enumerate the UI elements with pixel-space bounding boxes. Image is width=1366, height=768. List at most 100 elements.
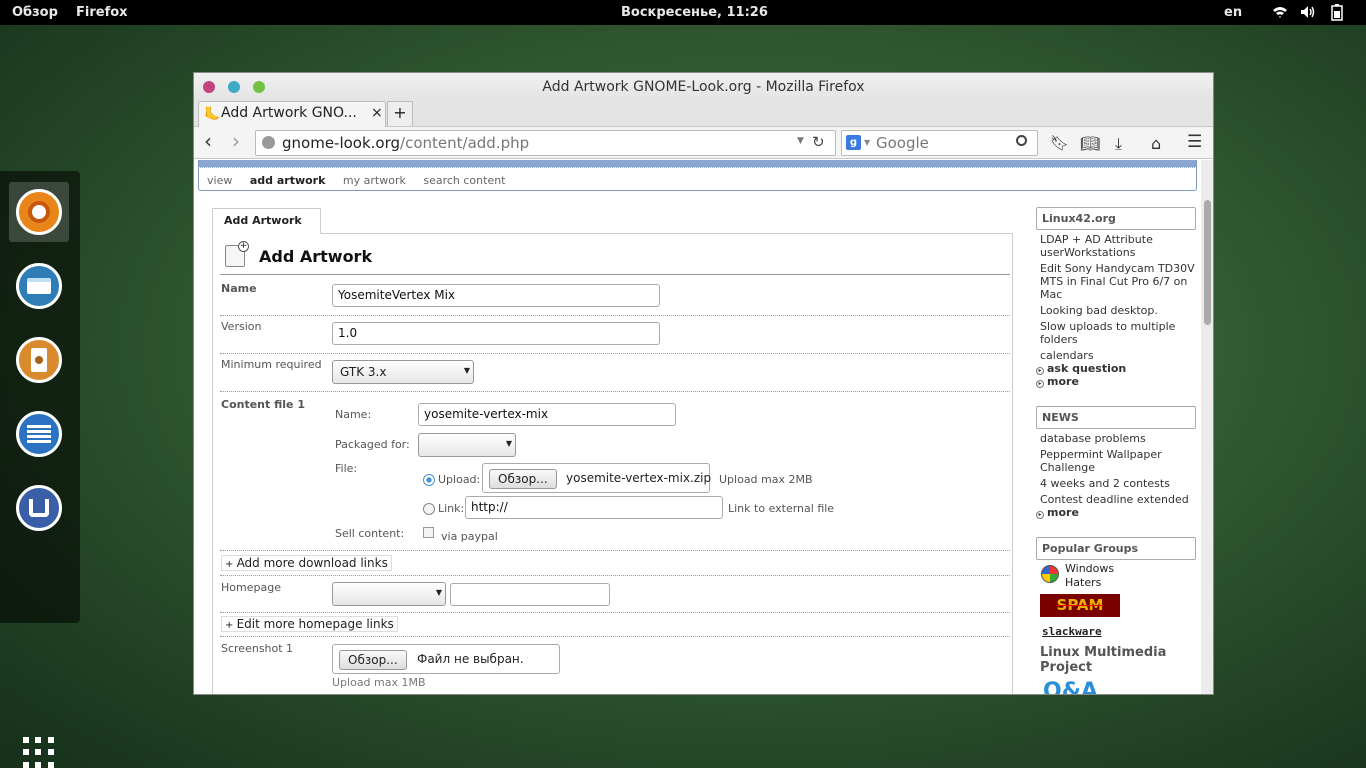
site-submenu: view add artwork my artwork search conte… — [207, 174, 520, 187]
screenshot-label: Screenshot 1 — [221, 642, 294, 655]
upload-radio[interactable] — [423, 474, 435, 486]
reading-list-icon[interactable]: 📖︎ — [1080, 134, 1100, 153]
add-download-links[interactable]: + Add more download links — [221, 555, 392, 571]
bookmark-icon[interactable]: 🔖︎ — [1050, 134, 1069, 152]
vertical-scrollbar[interactable] — [1201, 160, 1213, 694]
name-label: Name — [221, 282, 257, 295]
group-windows-haters[interactable]: Windows Haters — [1065, 562, 1125, 590]
add-artwork-icon: + — [225, 241, 249, 267]
music-player-icon — [16, 337, 62, 383]
edit-homepage-links-label: Edit more homepage links — [236, 617, 394, 631]
chevron-down-icon: ▼ — [505, 439, 512, 448]
dock-music[interactable] — [9, 330, 69, 390]
link-input[interactable]: http:// — [465, 496, 723, 519]
dock-reader[interactable] — [9, 404, 69, 464]
scrollbar-thumb[interactable] — [1204, 200, 1211, 325]
reload-icon[interactable]: ↻ — [812, 133, 825, 151]
submenu-add-artwork[interactable]: add artwork — [250, 174, 326, 187]
content-file-label: Content file 1 — [221, 398, 305, 411]
home-icon[interactable]: ⌂ — [1151, 134, 1161, 153]
group-spam[interactable]: SPAM — [1040, 594, 1120, 617]
submenu-my-artwork[interactable]: my artwork — [343, 174, 406, 187]
popular-groups-header[interactable]: Popular Groups — [1036, 537, 1196, 560]
news-item-1[interactable]: database problems — [1040, 432, 1198, 445]
file-chooser[interactable]: Обзор... yosemite-vertex-mix.zip — [482, 463, 711, 493]
page-title: Add Artwork — [259, 247, 373, 266]
packaged-for-select[interactable]: ▼ — [418, 433, 516, 457]
tab-close-icon[interactable]: × — [371, 105, 383, 121]
dropdown-arrow-icon[interactable]: ▼ — [797, 136, 804, 146]
group-slackware[interactable]: slackware — [1042, 625, 1102, 638]
link-radio[interactable] — [423, 503, 435, 515]
activities-button[interactable]: Обзор — [12, 5, 58, 20]
news-item-4[interactable]: Contest deadline extended — [1040, 493, 1198, 506]
homepage-input[interactable] — [450, 583, 610, 606]
gnome-foot-icon: 🦶 — [204, 107, 221, 122]
screenshot-browse-button[interactable]: Обзор... — [339, 650, 407, 670]
content-file-name-input[interactable]: yosemite-vertex-mix — [418, 403, 676, 426]
screenshot-file-chooser[interactable]: Обзор... Файл не выбран. — [332, 644, 560, 674]
submenu-view[interactable]: view — [207, 174, 232, 187]
browse-button[interactable]: Обзор... — [489, 469, 557, 489]
sell-checkbox[interactable] — [423, 527, 434, 538]
dock-software[interactable] — [9, 478, 69, 538]
forward-icon[interactable]: › — [232, 129, 240, 153]
search-bar[interactable]: g ▼ Google — [841, 130, 1038, 156]
name-input[interactable]: YosemiteVertex Mix — [332, 284, 660, 307]
linux42-item-1[interactable]: LDAP + AD Attribute userWorkstations — [1040, 233, 1198, 259]
document-viewer-icon — [16, 411, 62, 457]
top-bar: Обзор Firefox Воскресенье, 11:26 en — [0, 0, 1366, 25]
news-more-label: more — [1047, 506, 1079, 519]
url-path: /content/add.php — [400, 134, 530, 152]
site-menu-strip[interactable] — [199, 160, 1196, 168]
version-label: Version — [221, 320, 262, 333]
arrow-icon: ▸ — [1036, 511, 1044, 519]
ask-question-label: ask question — [1047, 362, 1127, 375]
news-more-link[interactable]: ▸ more — [1036, 506, 1079, 519]
wifi-icon[interactable] — [1272, 5, 1288, 19]
sell-content-label: Sell content: — [335, 527, 405, 540]
download-icon[interactable]: ⤓ — [1115, 134, 1122, 154]
windows-logo-icon — [1041, 565, 1059, 583]
search-input[interactable]: Google — [876, 134, 929, 152]
battery-icon[interactable] — [1331, 4, 1343, 21]
dock-files[interactable] — [9, 256, 69, 316]
search-icon[interactable] — [1016, 135, 1027, 146]
linux42-more-link[interactable]: ▸ more — [1036, 375, 1079, 388]
version-input[interactable]: 1.0 — [332, 322, 660, 345]
keyboard-layout[interactable]: en — [1224, 5, 1242, 20]
group-linux-multimedia[interactable]: Linux Multimedia Project — [1040, 645, 1180, 675]
chevron-down-icon: ▼ — [463, 366, 470, 375]
group-qa[interactable]: Q&A — [1043, 679, 1098, 694]
arrow-icon: ▸ — [1036, 380, 1044, 388]
edit-homepage-links[interactable]: + Edit more homepage links — [221, 616, 398, 632]
submenu-search-content[interactable]: search content — [423, 174, 505, 187]
software-center-icon — [16, 485, 62, 531]
app-menu[interactable]: Firefox — [76, 5, 128, 20]
linux42-item-3[interactable]: Looking bad desktop. — [1040, 304, 1198, 317]
linux42-item-2[interactable]: Edit Sony Handycam TD30V MTS in Final Cu… — [1040, 262, 1198, 301]
homepage-select[interactable]: ▼ — [332, 582, 446, 606]
volume-icon[interactable] — [1300, 5, 1316, 19]
news-item-3[interactable]: 4 weeks and 2 contests — [1040, 477, 1198, 490]
google-search-engine-icon[interactable]: g — [846, 135, 861, 150]
dock-firefox[interactable] — [9, 182, 69, 242]
news-header[interactable]: NEWS — [1036, 406, 1196, 429]
back-icon[interactable]: ‹ — [204, 129, 212, 153]
url-bar[interactable]: gnome-look.org/content/add.php ▼ ↻ — [255, 130, 836, 156]
linux42-item-5[interactable]: calendars — [1040, 349, 1198, 362]
menu-icon[interactable]: ☰ — [1187, 132, 1202, 152]
minimum-required-select[interactable]: GTK 3.x ▼ — [332, 360, 474, 384]
linux42-header[interactable]: Linux42.org — [1036, 207, 1196, 230]
screenshot-upload-max: Upload max 1MB — [332, 676, 426, 689]
ask-question-link[interactable]: ▸ ask question — [1036, 362, 1126, 375]
clock[interactable]: Воскресенье, 11:26 — [621, 5, 768, 20]
link-label: Link: — [438, 502, 465, 515]
apps-grid-icon[interactable] — [23, 737, 55, 768]
tab-add-artwork[interactable]: 🦶 Add Artwork GNO... × — [198, 101, 386, 127]
linux42-item-4[interactable]: Slow uploads to multiple folders — [1040, 320, 1198, 346]
engine-dropdown-icon[interactable]: ▼ — [864, 138, 870, 147]
new-tab-button[interactable]: + — [387, 101, 413, 126]
tab-add-artwork-section[interactable]: Add Artwork — [212, 208, 321, 234]
news-item-2[interactable]: Peppermint Wallpaper Challenge — [1040, 448, 1198, 474]
